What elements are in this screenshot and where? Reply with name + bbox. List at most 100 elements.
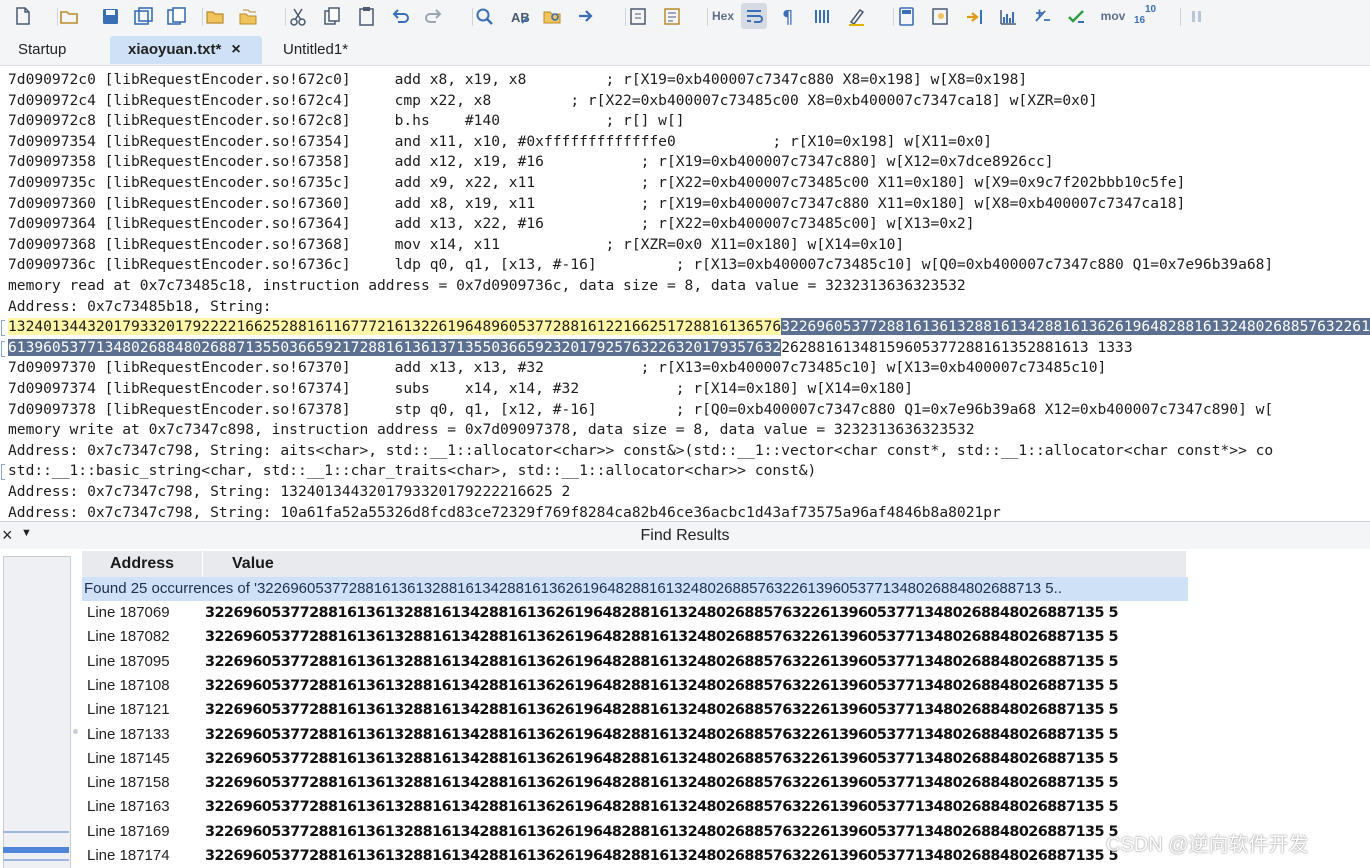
pause-icon[interactable] bbox=[1183, 3, 1209, 29]
folder-group-icon-glyph bbox=[239, 9, 257, 25]
highlight-icon[interactable] bbox=[843, 3, 869, 29]
paste-icon[interactable] bbox=[353, 3, 379, 29]
find-in-files-icon[interactable] bbox=[539, 3, 565, 29]
base-convert-icon[interactable]: 10 16 bbox=[1132, 3, 1158, 29]
save-all-icon-glyph bbox=[134, 7, 153, 25]
calculator-icon[interactable] bbox=[893, 3, 919, 29]
result-row[interactable]: Line 187095 32269605377288161361328816134… bbox=[82, 650, 1188, 674]
text-editor[interactable]: 7d090972c0 [libRequestEncoder.so!672c0] … bbox=[0, 66, 1370, 521]
chart-icon[interactable] bbox=[995, 3, 1021, 29]
column-mode-icon[interactable] bbox=[809, 3, 835, 29]
save-copy-icon-glyph bbox=[167, 7, 186, 25]
result-value: 3226960537728816136132881613428816136261… bbox=[205, 823, 1118, 840]
result-row[interactable]: Line 187163 32269605377288161361328816134… bbox=[82, 795, 1188, 819]
close-tab-icon[interactable]: × bbox=[231, 41, 240, 58]
result-row[interactable]: Line 187108 32269605377288161361328816134… bbox=[82, 674, 1188, 698]
result-value: 3226960537728816136132881613428816136261… bbox=[205, 677, 1118, 694]
result-line-number: Line 187169 bbox=[87, 822, 170, 840]
redo-icon-glyph bbox=[425, 9, 442, 23]
result-row[interactable]: Line 187069 32269605377288161361328816134… bbox=[82, 601, 1188, 625]
result-row[interactable]: Line 187158 32269605377288161361328816134… bbox=[82, 771, 1188, 795]
pilcrow-icon-glyph: ¶ bbox=[782, 7, 793, 27]
result-row[interactable]: Line 187121 32269605377288161361328816134… bbox=[82, 698, 1188, 722]
result-line-number: Line 187158 bbox=[87, 774, 170, 792]
save-icon[interactable] bbox=[97, 3, 123, 29]
code-line: Address: 0x7c73485b18, String: bbox=[8, 297, 272, 315]
folder-group-icon[interactable] bbox=[235, 3, 261, 29]
result-row[interactable]: Line 187174 32269605377288161361328816134… bbox=[82, 844, 1188, 868]
wrap-marker bbox=[1, 464, 5, 481]
find-icon[interactable] bbox=[471, 3, 497, 29]
toolbar-separator bbox=[202, 8, 203, 26]
toolbar-separator bbox=[285, 8, 286, 26]
undo-icon-glyph bbox=[392, 9, 409, 23]
code-line: 7d09097358 [libRequestEncoder.so!67358] … bbox=[8, 153, 1054, 171]
tab-xiaoyuan[interactable]: xiaoyuan.txt* × bbox=[110, 36, 262, 64]
wrap-marker bbox=[1, 320, 5, 337]
line-text: 26288161348159605377288161352881613 1333 bbox=[781, 338, 1133, 356]
find-results-header: × ▼ Find Results bbox=[0, 521, 1370, 550]
toolbar-separator bbox=[707, 8, 708, 26]
bookmark-list-icon[interactable] bbox=[659, 3, 685, 29]
code-line: 7d0909736c [libRequestEncoder.so!6736c] … bbox=[8, 256, 1274, 274]
result-row[interactable]: Line 187145 32269605377288161361328816134… bbox=[82, 747, 1188, 771]
find-results-panel: Address Value Found 25 occurrences of '3… bbox=[0, 549, 1370, 868]
overview-marker bbox=[3, 859, 69, 861]
copy-icon-glyph bbox=[324, 7, 340, 25]
open-folder-icon[interactable] bbox=[56, 3, 82, 29]
compare-icon[interactable] bbox=[927, 3, 953, 29]
result-line-number: Line 187145 bbox=[87, 749, 170, 767]
wrap-marker bbox=[1, 340, 5, 357]
tab-untitled1[interactable]: Untitled1* bbox=[283, 36, 348, 64]
save-copy-icon[interactable] bbox=[163, 3, 189, 29]
found-summary-row[interactable]: Found 25 occurrences of '322696053772881… bbox=[82, 577, 1188, 601]
result-line-number: Line 187174 bbox=[87, 847, 170, 864]
replace-icon-glyph: AB bbox=[511, 10, 530, 25]
bookmark-icon-glyph bbox=[630, 8, 646, 25]
result-value: 3226960537728816136132881613428816136261… bbox=[205, 702, 1118, 719]
splitter-handle[interactable] bbox=[73, 729, 78, 734]
results-overview-strip[interactable] bbox=[3, 556, 71, 868]
column-address[interactable]: Address bbox=[82, 551, 203, 577]
code-line: Address: 0x7c7347c798, String: aits<char… bbox=[8, 441, 1274, 459]
hex-toggle[interactable]: Hex bbox=[707, 3, 739, 29]
column-value[interactable]: Value bbox=[232, 551, 274, 577]
mov-toggle[interactable]: mov bbox=[1097, 3, 1129, 29]
macro-icon[interactable] bbox=[961, 3, 987, 29]
overview-marker bbox=[3, 831, 69, 833]
new-file-icon-glyph bbox=[16, 7, 30, 25]
results-column-header: Address Value bbox=[82, 551, 1186, 577]
toolbar-separator bbox=[893, 8, 894, 26]
result-row[interactable]: Line 187169 32269605377288161361328816134… bbox=[82, 820, 1188, 844]
math-icon[interactable] bbox=[1029, 3, 1055, 29]
save-all-icon[interactable] bbox=[130, 3, 156, 29]
toolbar-separator bbox=[1180, 8, 1181, 26]
pilcrow-icon[interactable]: ¶ bbox=[775, 3, 801, 29]
result-line-number: Line 187108 bbox=[87, 676, 170, 694]
undo-icon[interactable] bbox=[387, 3, 413, 29]
tab-startup[interactable]: Startup bbox=[18, 36, 66, 64]
pause-icon-glyph bbox=[1192, 11, 1201, 22]
copy-icon[interactable] bbox=[319, 3, 345, 29]
redo-icon[interactable] bbox=[420, 3, 446, 29]
bookmark-list-icon-glyph bbox=[664, 8, 680, 25]
result-row[interactable]: Line 187082 32269605377288161361328816134… bbox=[82, 625, 1188, 649]
replace-icon[interactable]: AB bbox=[506, 3, 532, 29]
code-line: 7d09097370 [libRequestEncoder.so!67370] … bbox=[8, 359, 1107, 377]
result-line-number: Line 187133 bbox=[87, 725, 170, 743]
cut-icon[interactable] bbox=[285, 3, 311, 29]
result-row[interactable]: Line 187133 32269605377288161361328816134… bbox=[82, 723, 1188, 747]
svg-text:AB: AB bbox=[511, 10, 530, 25]
tab-label: Startup bbox=[18, 41, 67, 58]
checkmark-icon[interactable] bbox=[1063, 3, 1089, 29]
code-line: 7d09097374 [libRequestEncoder.so!67374] … bbox=[8, 380, 913, 397]
bookmark-icon[interactable] bbox=[625, 3, 651, 29]
new-file-icon[interactable] bbox=[9, 3, 35, 29]
panel-title: Find Results bbox=[640, 527, 730, 544]
search-highlight: 1324013443201793320179222216625288161167… bbox=[8, 318, 782, 336]
folder-icon[interactable] bbox=[202, 3, 228, 29]
tab-label: Untitled1* bbox=[283, 41, 349, 58]
wrap-icon[interactable] bbox=[741, 3, 767, 29]
goto-icon[interactable] bbox=[573, 3, 599, 29]
base-top-label: 10 bbox=[1145, 4, 1157, 15]
